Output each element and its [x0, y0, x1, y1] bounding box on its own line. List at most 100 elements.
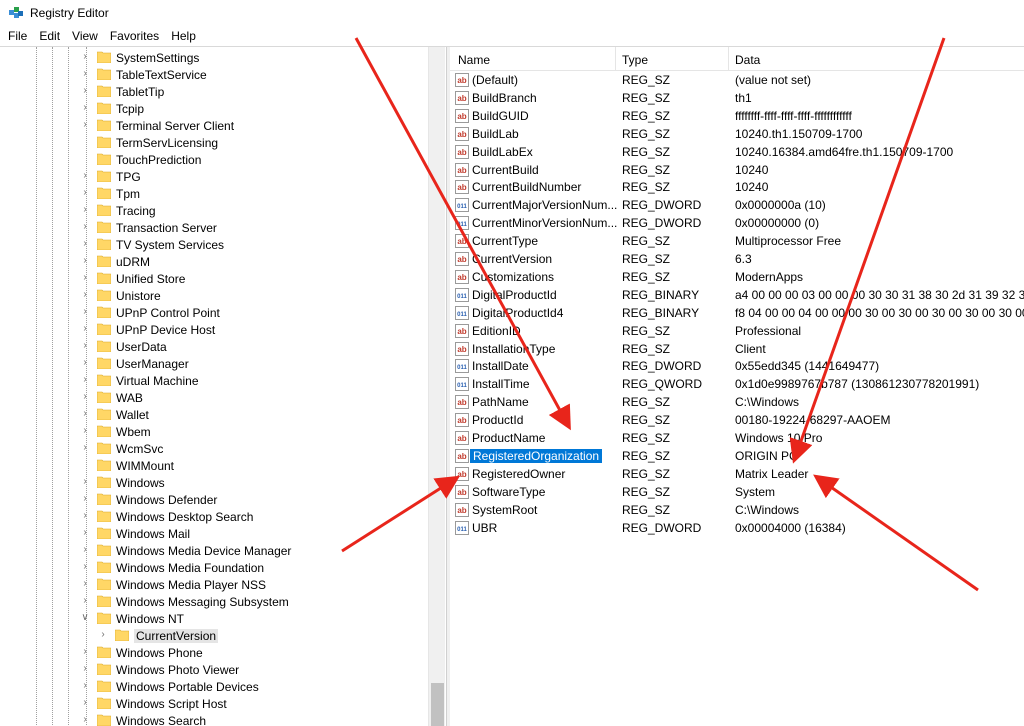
- table-row[interactable]: ab ProductId REG_SZ 00180-19224-68297-AAOEM: [450, 411, 1024, 429]
- table-row[interactable]: 011 InstallDate REG_DWORD 0x55edd345 (14416…: [450, 357, 1024, 375]
- chevron-right-icon[interactable]: ›: [80, 647, 90, 657]
- chevron-right-icon[interactable]: ›: [80, 120, 90, 130]
- table-row[interactable]: 011 DigitalProductId REG_BINARY a4 00 00 00…: [450, 286, 1024, 304]
- tree-item[interactable]: › UPnP Control Point: [0, 304, 428, 321]
- tree-item[interactable]: › UserData: [0, 338, 428, 355]
- tree-item[interactable]: › Terminal Server Client: [0, 117, 428, 134]
- tree-item[interactable]: › Tracing: [0, 202, 428, 219]
- chevron-right-icon[interactable]: ›: [80, 307, 90, 317]
- menu-view[interactable]: View: [66, 29, 104, 43]
- column-header-type[interactable]: Type: [622, 53, 648, 67]
- column-separator[interactable]: [615, 47, 616, 71]
- column-header-name[interactable]: Name: [458, 53, 490, 67]
- chevron-right-icon[interactable]: ›: [98, 630, 108, 640]
- tree-scrollbar-thumb[interactable]: [431, 683, 444, 726]
- tree-item[interactable]: › Wallet: [0, 406, 428, 423]
- tree-item[interactable]: › Windows Script Host: [0, 695, 428, 712]
- chevron-right-icon[interactable]: ›: [80, 528, 90, 538]
- chevron-down-icon[interactable]: ∨: [80, 613, 90, 623]
- tree-item[interactable]: › TV System Services: [0, 236, 428, 253]
- chevron-right-icon[interactable]: ›: [80, 341, 90, 351]
- chevron-right-icon[interactable]: ›: [80, 290, 90, 300]
- tree-item[interactable]: › Transaction Server: [0, 219, 428, 236]
- chevron-right-icon[interactable]: ›: [80, 426, 90, 436]
- tree-item[interactable]: › Windows Media Device Manager: [0, 542, 428, 559]
- table-row[interactable]: ab Customizations REG_SZ ModernApps: [450, 268, 1024, 286]
- chevron-right-icon[interactable]: ›: [80, 256, 90, 266]
- table-row[interactable]: 011 InstallTime REG_QWORD 0x1d0e9989767b787…: [450, 375, 1024, 393]
- tree-item[interactable]: › Windows Photo Viewer: [0, 661, 428, 678]
- table-row[interactable]: ab BuildGUID REG_SZ ffffffff-ffff-ffff-ffff…: [450, 107, 1024, 125]
- table-row[interactable]: ab CurrentVersion REG_SZ 6.3: [450, 250, 1024, 268]
- chevron-right-icon[interactable]: ›: [80, 86, 90, 96]
- tree-item[interactable]: › TPG: [0, 168, 428, 185]
- chevron-right-icon[interactable]: ›: [80, 579, 90, 589]
- chevron-right-icon[interactable]: ›: [80, 103, 90, 113]
- tree-scrollbar[interactable]: [428, 47, 445, 726]
- tree-item[interactable]: › Tpm: [0, 185, 428, 202]
- chevron-right-icon[interactable]: ›: [80, 69, 90, 79]
- tree-item[interactable]: › WAB: [0, 389, 428, 406]
- table-row[interactable]: 011 CurrentMinorVersionNum... REG_DWORD 0x0…: [450, 214, 1024, 232]
- tree-item[interactable]: › UPnP Device Host: [0, 321, 428, 338]
- table-row[interactable]: ab RegisteredOwner REG_SZ Matrix Leader: [450, 465, 1024, 483]
- menu-edit[interactable]: Edit: [33, 29, 66, 43]
- tree-item[interactable]: › Windows Defender: [0, 491, 428, 508]
- tree-item[interactable]: › Windows Media Foundation: [0, 559, 428, 576]
- table-row[interactable]: ab BuildBranch REG_SZ th1: [450, 89, 1024, 107]
- chevron-right-icon[interactable]: ›: [80, 409, 90, 419]
- chevron-right-icon[interactable]: ›: [80, 562, 90, 572]
- tree-item[interactable]: › UserManager: [0, 355, 428, 372]
- tree-item[interactable]: › Wbem: [0, 423, 428, 440]
- chevron-right-icon[interactable]: ›: [80, 511, 90, 521]
- chevron-right-icon[interactable]: ›: [80, 477, 90, 487]
- table-row[interactable]: 011 CurrentMajorVersionNum... REG_DWORD 0x0…: [450, 196, 1024, 214]
- chevron-right-icon[interactable]: ›: [80, 358, 90, 368]
- chevron-right-icon[interactable]: ›: [80, 392, 90, 402]
- chevron-right-icon[interactable]: ›: [80, 715, 90, 725]
- table-row[interactable]: ab CurrentType REG_SZ Multiprocessor Free: [450, 232, 1024, 250]
- tree-item[interactable]: › Virtual Machine: [0, 372, 428, 389]
- tree-item[interactable]: › Windows Messaging Subsystem: [0, 593, 428, 610]
- menu-favorites[interactable]: Favorites: [104, 29, 165, 43]
- chevron-right-icon[interactable]: ›: [80, 375, 90, 385]
- table-row[interactable]: ab InstallationType REG_SZ Client: [450, 340, 1024, 358]
- chevron-right-icon[interactable]: ›: [80, 188, 90, 198]
- menu-file[interactable]: File: [2, 29, 33, 43]
- tree-item[interactable]: › Unistore: [0, 287, 428, 304]
- table-row[interactable]: ab EditionID REG_SZ Professional: [450, 322, 1024, 340]
- table-row[interactable]: ab SoftwareType REG_SZ System: [450, 483, 1024, 501]
- tree-item[interactable]: › Windows Mail: [0, 525, 428, 542]
- chevron-right-icon[interactable]: ›: [80, 664, 90, 674]
- chevron-right-icon[interactable]: ›: [80, 681, 90, 691]
- table-row[interactable]: ab (Default) REG_SZ (value not set): [450, 71, 1024, 89]
- tree-item[interactable]: › CurrentVersion: [0, 627, 428, 644]
- menu-help[interactable]: Help: [165, 29, 202, 43]
- table-row[interactable]: ab SystemRoot REG_SZ C:\Windows: [450, 501, 1024, 519]
- chevron-right-icon[interactable]: ›: [80, 273, 90, 283]
- chevron-right-icon[interactable]: ›: [80, 545, 90, 555]
- tree-item[interactable]: TouchPrediction: [0, 151, 428, 168]
- table-row[interactable]: ab RegisteredOrganization REG_SZ ORIGIN PC: [450, 447, 1024, 465]
- tree-item[interactable]: › uDRM: [0, 253, 428, 270]
- tree-item[interactable]: › Windows Search: [0, 712, 428, 726]
- tree-item[interactable]: › Windows Portable Devices: [0, 678, 428, 695]
- table-row[interactable]: ab BuildLabEx REG_SZ 10240.16384.amd64fre.t…: [450, 143, 1024, 161]
- tree-item[interactable]: ∨ Windows NT: [0, 610, 428, 627]
- tree-item[interactable]: › Windows Desktop Search: [0, 508, 428, 525]
- table-row[interactable]: 011 UBR REG_DWORD 0x00004000 (16384): [450, 519, 1024, 537]
- tree-item[interactable]: TermServLicensing: [0, 134, 428, 151]
- table-row[interactable]: ab BuildLab REG_SZ 10240.th1.150709-1700: [450, 125, 1024, 143]
- tree-item[interactable]: › Windows Media Player NSS: [0, 576, 428, 593]
- tree-item[interactable]: › Windows: [0, 474, 428, 491]
- table-row[interactable]: ab PathName REG_SZ C:\Windows: [450, 393, 1024, 411]
- chevron-right-icon[interactable]: ›: [80, 324, 90, 334]
- chevron-right-icon[interactable]: ›: [80, 239, 90, 249]
- tree-item[interactable]: › Windows Phone: [0, 644, 428, 661]
- tree-item[interactable]: › WcmSvc: [0, 440, 428, 457]
- chevron-right-icon[interactable]: ›: [80, 205, 90, 215]
- column-separator[interactable]: [728, 47, 729, 71]
- chevron-right-icon[interactable]: ›: [80, 596, 90, 606]
- table-row[interactable]: 011 DigitalProductId4 REG_BINARY f8 04 00 0…: [450, 304, 1024, 322]
- chevron-right-icon[interactable]: ›: [80, 443, 90, 453]
